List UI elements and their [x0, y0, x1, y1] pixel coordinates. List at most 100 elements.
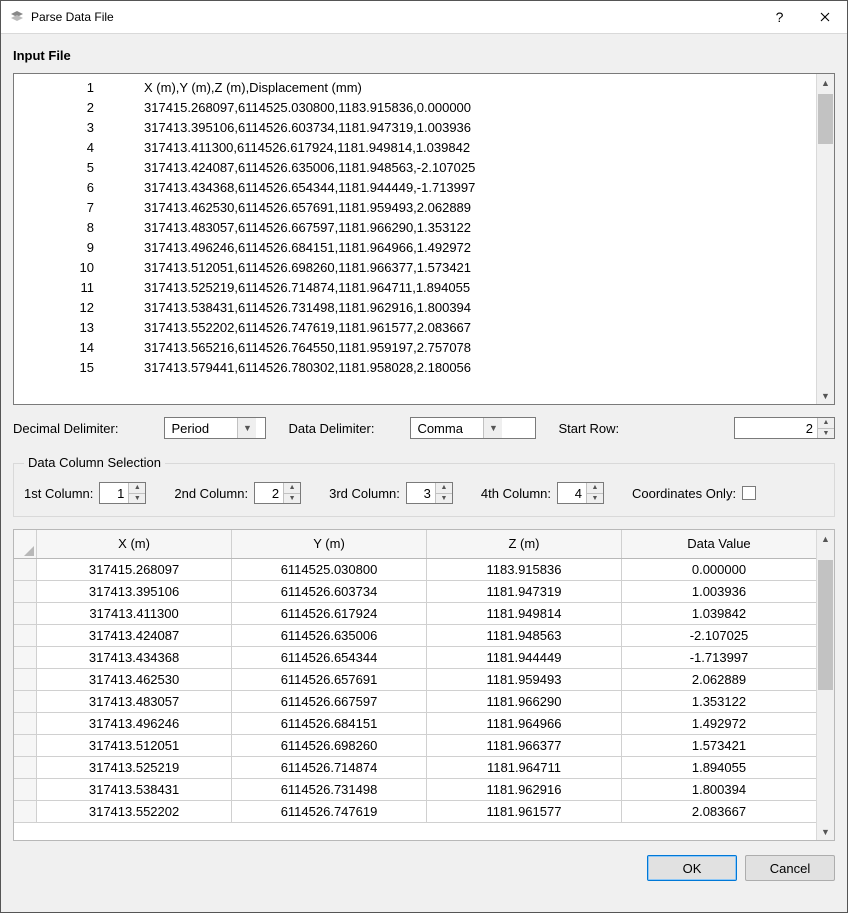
grid-cell[interactable]: 1181.962916 — [427, 778, 622, 800]
scroll-thumb[interactable] — [818, 94, 833, 144]
spin-down-icon[interactable]: ▼ — [436, 494, 452, 504]
grid-column-header[interactable]: Y (m) — [232, 530, 427, 558]
grid-cell[interactable]: -1.713997 — [621, 646, 816, 668]
row-header[interactable] — [14, 580, 37, 602]
start-row-input[interactable] — [735, 418, 817, 438]
first-column-spinner[interactable]: ▲▼ — [99, 482, 146, 504]
preview-line[interactable]: 3317413.395106,6114526.603734,1181.94731… — [14, 118, 817, 138]
grid-cell[interactable]: 1181.966290 — [427, 690, 622, 712]
table-row[interactable]: 317413.3951066114526.6037341181.9473191.… — [14, 580, 817, 602]
decimal-delimiter-combo[interactable]: Period ▼ — [164, 417, 266, 439]
preview-line[interactable]: 13317413.552202,6114526.747619,1181.9615… — [14, 318, 817, 338]
grid-cell[interactable]: 1.573421 — [621, 734, 816, 756]
grid-cell[interactable]: 1183.915836 — [427, 558, 622, 580]
grid-cell[interactable]: 1181.964711 — [427, 756, 622, 778]
spin-up-icon[interactable]: ▲ — [818, 418, 834, 429]
table-row[interactable]: 317413.5120516114526.6982601181.9663771.… — [14, 734, 817, 756]
grid-cell[interactable]: 6114526.747619 — [232, 800, 427, 822]
grid-cell[interactable]: 317413.462530 — [37, 668, 232, 690]
second-column-spinner[interactable]: ▲▼ — [254, 482, 301, 504]
grid-cell[interactable]: 317413.411300 — [37, 602, 232, 624]
grid-cell[interactable]: 6114526.731498 — [232, 778, 427, 800]
spin-up-icon[interactable]: ▲ — [129, 483, 145, 494]
ok-button[interactable]: OK — [647, 855, 737, 881]
grid-cell[interactable]: 317413.434368 — [37, 646, 232, 668]
row-header[interactable] — [14, 800, 37, 822]
grid-cell[interactable]: 1.003936 — [621, 580, 816, 602]
grid-cell[interactable]: 1181.949814 — [427, 602, 622, 624]
grid-cell[interactable]: 1.039842 — [621, 602, 816, 624]
preview-line[interactable]: 7317413.462530,6114526.657691,1181.95949… — [14, 198, 817, 218]
table-row[interactable]: 317413.4240876114526.6350061181.948563-2… — [14, 624, 817, 646]
table-row[interactable]: 317413.4113006114526.6179241181.9498141.… — [14, 602, 817, 624]
grid-cell[interactable]: 1.353122 — [621, 690, 816, 712]
grid-cell[interactable]: -2.107025 — [621, 624, 816, 646]
row-header[interactable] — [14, 668, 37, 690]
grid-scrollbar[interactable]: ▲ ▼ — [816, 530, 834, 840]
help-button[interactable]: ? — [757, 2, 802, 33]
preview-line[interactable]: 5317413.424087,6114526.635006,1181.94856… — [14, 158, 817, 178]
row-header[interactable] — [14, 602, 37, 624]
grid-column-header[interactable]: Z (m) — [427, 530, 622, 558]
table-row[interactable]: 317413.4625306114526.6576911181.9594932.… — [14, 668, 817, 690]
scroll-down-icon[interactable]: ▼ — [817, 823, 834, 840]
third-column-input[interactable] — [407, 483, 435, 503]
grid-cell[interactable]: 6114526.654344 — [232, 646, 427, 668]
spin-up-icon[interactable]: ▲ — [587, 483, 603, 494]
preview-line[interactable]: 4317413.411300,6114526.617924,1181.94981… — [14, 138, 817, 158]
first-column-input[interactable] — [100, 483, 128, 503]
grid-cell[interactable]: 2.062889 — [621, 668, 816, 690]
spin-down-icon[interactable]: ▼ — [818, 429, 834, 439]
grid-cell[interactable]: 6114526.635006 — [232, 624, 427, 646]
grid-cell[interactable]: 1181.959493 — [427, 668, 622, 690]
row-header[interactable] — [14, 690, 37, 712]
row-header[interactable] — [14, 646, 37, 668]
grid-cell[interactable]: 6114526.657691 — [232, 668, 427, 690]
preview-line[interactable]: 15317413.579441,6114526.780302,1181.9580… — [14, 358, 817, 378]
fourth-column-spinner[interactable]: ▲▼ — [557, 482, 604, 504]
preview-line[interactable]: 1X (m),Y (m),Z (m),Displacement (mm) — [14, 78, 817, 98]
spin-down-icon[interactable]: ▼ — [284, 494, 300, 504]
grid-cell[interactable]: 1181.961577 — [427, 800, 622, 822]
grid-cell[interactable]: 2.083667 — [621, 800, 816, 822]
spin-down-icon[interactable]: ▼ — [587, 494, 603, 504]
grid-cell[interactable]: 317413.424087 — [37, 624, 232, 646]
grid-corner[interactable] — [14, 530, 37, 558]
preview-scrollbar[interactable]: ▲ ▼ — [816, 74, 834, 404]
chevron-down-icon[interactable]: ▼ — [237, 418, 256, 438]
grid-cell[interactable]: 317413.483057 — [37, 690, 232, 712]
fourth-column-input[interactable] — [558, 483, 586, 503]
grid-cell[interactable]: 6114526.617924 — [232, 602, 427, 624]
scroll-up-icon[interactable]: ▲ — [817, 74, 834, 91]
spin-down-icon[interactable]: ▼ — [129, 494, 145, 504]
cancel-button[interactable]: Cancel — [745, 855, 835, 881]
preview-line[interactable]: 14317413.565216,6114526.764550,1181.9591… — [14, 338, 817, 358]
grid-cell[interactable]: 1.800394 — [621, 778, 816, 800]
scroll-thumb[interactable] — [818, 560, 833, 690]
table-row[interactable]: 317413.5252196114526.7148741181.9647111.… — [14, 756, 817, 778]
row-header[interactable] — [14, 778, 37, 800]
grid-cell[interactable]: 6114525.030800 — [232, 558, 427, 580]
grid-cell[interactable]: 317413.512051 — [37, 734, 232, 756]
grid-cell[interactable]: 1.492972 — [621, 712, 816, 734]
spin-up-icon[interactable]: ▲ — [284, 483, 300, 494]
preview-line[interactable]: 10317413.512051,6114526.698260,1181.9663… — [14, 258, 817, 278]
grid-cell[interactable]: 1.894055 — [621, 756, 816, 778]
scroll-up-icon[interactable]: ▲ — [817, 530, 834, 547]
grid-cell[interactable]: 1181.947319 — [427, 580, 622, 602]
row-header[interactable] — [14, 558, 37, 580]
grid-column-header[interactable]: X (m) — [37, 530, 232, 558]
grid-cell[interactable]: 1181.966377 — [427, 734, 622, 756]
coords-only-checkbox[interactable] — [742, 486, 756, 500]
scroll-down-icon[interactable]: ▼ — [817, 387, 834, 404]
chevron-down-icon[interactable]: ▼ — [483, 418, 502, 438]
row-header[interactable] — [14, 756, 37, 778]
grid-cell[interactable]: 317413.496246 — [37, 712, 232, 734]
table-row[interactable]: 317413.4830576114526.6675971181.9662901.… — [14, 690, 817, 712]
grid-cell[interactable]: 1181.944449 — [427, 646, 622, 668]
third-column-spinner[interactable]: ▲▼ — [406, 482, 453, 504]
data-delimiter-combo[interactable]: Comma ▼ — [410, 417, 536, 439]
table-row[interactable]: 317413.4962466114526.6841511181.9649661.… — [14, 712, 817, 734]
preview-line[interactable]: 6317413.434368,6114526.654344,1181.94444… — [14, 178, 817, 198]
preview-line[interactable]: 2317415.268097,6114525.030800,1183.91583… — [14, 98, 817, 118]
